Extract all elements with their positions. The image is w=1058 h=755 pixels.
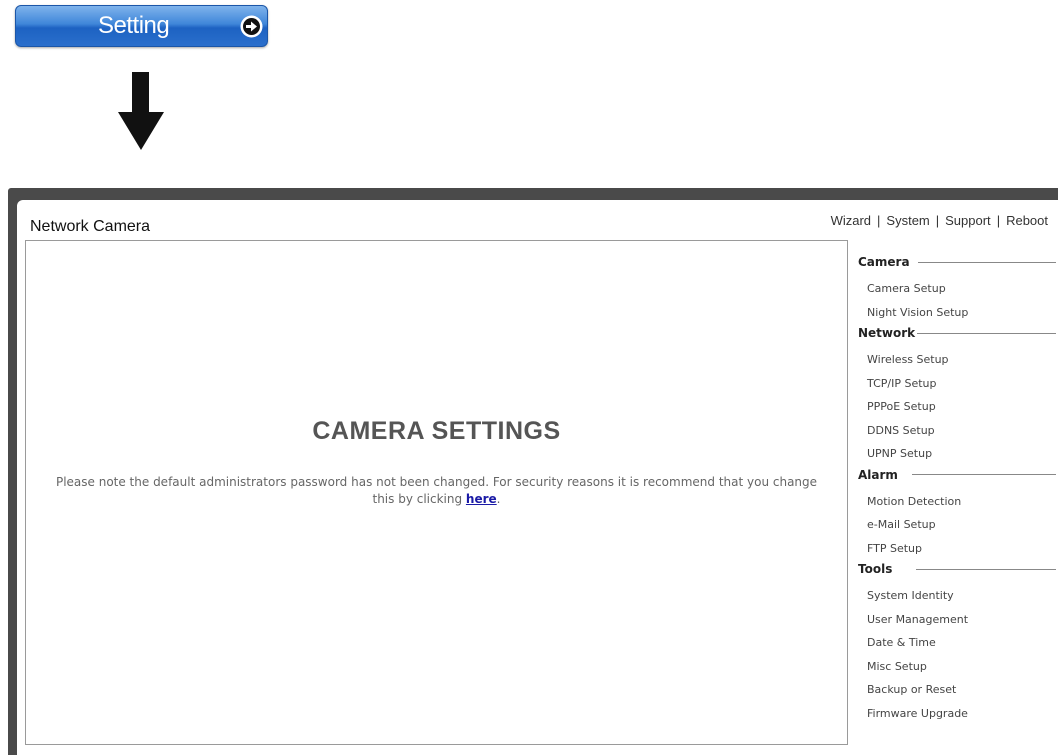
app-title: Network Camera [30,218,151,235]
nav-wizard-link[interactable]: Wizard [831,213,871,228]
notice-text: Please note the default administrators p… [55,475,818,506]
sidebar-item-upnp-setup[interactable]: UPNP Setup [858,442,1056,466]
notice-end: . [496,492,501,506]
sidebar-item-pppoe-setup[interactable]: PPPoE Setup [858,395,1056,419]
password-notice: Please note the default administrators p… [51,474,822,508]
sidebar-section-alarm: Alarm [858,466,1056,484]
section-divider [916,568,1056,570]
page-title: CAMERA SETTINGS [312,417,561,445]
sidebar-item-camera-setup[interactable]: Camera Setup [858,277,1056,301]
sidebar-item-user-management[interactable]: User Management [858,608,1056,632]
setting-button[interactable]: Setting [15,5,268,47]
nav-separator: | [877,213,881,228]
top-navigation: Wizard | System | Support | Reboot [831,213,1048,228]
arrow-right-circle-icon [240,15,263,38]
sidebar-section-network: Network [858,324,1056,342]
section-title: Tools [858,562,893,576]
arrow-down-icon [118,72,164,150]
sidebar-item-motion-detection[interactable]: Motion Detection [858,490,1056,514]
sidebar-section-camera: Camera [858,253,1056,271]
nav-separator: | [935,213,940,228]
sidebar-item-system-identity[interactable]: System Identity [858,584,1056,608]
section-title: Network [858,326,916,340]
nav-support-link[interactable]: Support [945,213,991,228]
nav-system-link[interactable]: System [886,213,929,228]
sidebar-item-wireless-setup[interactable]: Wireless Setup [858,348,1056,372]
setting-button-label: Setting [98,12,170,39]
sidebar-menu: Camera Camera Setup Night Vision Setup N… [858,253,1056,725]
nav-reboot-link[interactable]: Reboot [1006,213,1048,228]
sidebar-item-ddns-setup[interactable]: DDNS Setup [858,419,1056,443]
sidebar-item-backup-reset[interactable]: Backup or Reset [858,678,1056,702]
sidebar-item-tcpip-setup[interactable]: TCP/IP Setup [858,372,1056,396]
section-divider [911,474,1056,475]
section-divider [917,332,1056,334]
nav-separator: | [996,213,1001,228]
sidebar-item-ftp-setup[interactable]: FTP Setup [858,537,1056,561]
screenshot-stage: Setting Network Camera Wizard | System | Sup… [0,0,1058,755]
sidebar-item-firmware-upgrade[interactable]: Firmware Upgrade [858,702,1056,726]
content-area: CAMERA SETTINGS Please note the default … [25,240,848,745]
sidebar-item-misc-setup[interactable]: Misc Setup [858,655,1056,679]
section-title: Alarm [858,467,898,482]
sidebar-item-night-vision-setup[interactable]: Night Vision Setup [858,301,1056,325]
sidebar-section-tools: Tools [858,560,1056,578]
sidebar-item-email-setup[interactable]: e-Mail Setup [858,513,1056,537]
section-divider [917,261,1056,263]
section-title: Camera [858,255,910,269]
sidebar-item-date-time[interactable]: Date & Time [858,631,1056,655]
change-password-link[interactable]: here [466,492,497,506]
